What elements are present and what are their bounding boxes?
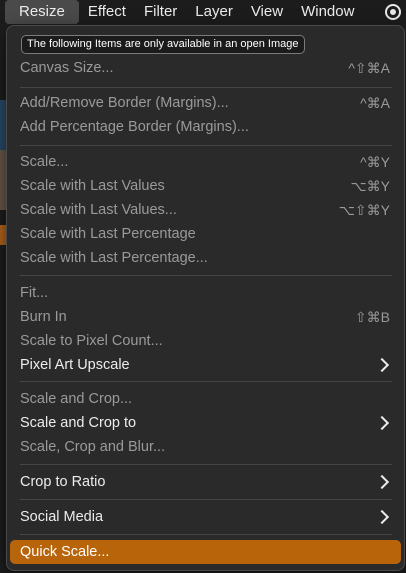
resize-dropdown-menu: The following Items are only available i… [6, 25, 405, 571]
menu-item-label: Crop to Ratio [20, 474, 106, 490]
menu-item-scale-last-values-dialog[interactable]: Scale with Last Values... ⌥⇧⌘Y [20, 199, 392, 221]
menu-item-label: Scale, Crop and Blur... [20, 439, 166, 455]
menu-item-label: Canvas Size... [20, 60, 114, 76]
menu-separator [20, 499, 392, 500]
menu-resize[interactable]: Resize [5, 0, 79, 24]
shortcut-label: ⇧⌘B [354, 309, 390, 325]
shortcut-label: ^⌘A [360, 95, 390, 111]
menu-item-canvas-size[interactable]: Canvas Size... ^⇧⌘A [20, 57, 392, 79]
menu-item-scale-crop-blur[interactable]: Scale, Crop and Blur... [20, 436, 392, 458]
menu-item-label: Fit... [20, 285, 49, 301]
shortcut-label: ⌥⌘Y [350, 178, 390, 194]
menu-item-label: Scale and Crop to [20, 415, 137, 431]
chevron-right-icon [374, 474, 390, 490]
menu-item-scale-and-crop-to[interactable]: Scale and Crop to [20, 412, 392, 434]
menu-separator [20, 275, 392, 276]
menu-item-label: Scale with Last Percentage... [20, 250, 208, 266]
menu-item-label: Burn In [20, 309, 67, 325]
menu-item-label: Scale... [20, 154, 69, 170]
menu-item-label: Scale to Pixel Count... [20, 333, 163, 349]
menu-item-scale-last-values[interactable]: Scale with Last Values ⌥⌘Y [20, 175, 392, 197]
menu-item-add-remove-border[interactable]: Add/Remove Border (Margins)... ^⌘A [20, 92, 392, 114]
menu-layer[interactable]: Layer [186, 0, 242, 24]
menu-item-label: Scale and Crop... [20, 391, 133, 407]
chevron-right-icon [374, 415, 390, 431]
menu-filter[interactable]: Filter [135, 0, 186, 24]
shortcut-label: ⌥⇧⌘Y [338, 202, 390, 218]
menu-item-pixel-art-upscale[interactable]: Pixel Art Upscale [20, 354, 392, 376]
availability-notice: The following Items are only available i… [21, 35, 305, 54]
menu-item-label: Social Media [20, 509, 104, 525]
menu-separator [20, 381, 392, 382]
menu-bar: Resize Effect Filter Layer View Window [0, 0, 406, 24]
menu-item-label: Scale with Last Values... [20, 202, 177, 218]
menu-item-scale-and-crop[interactable]: Scale and Crop... [20, 388, 392, 410]
menu-effect[interactable]: Effect [79, 0, 135, 24]
menu-item-label: Scale with Last Values [20, 178, 165, 194]
menu-item-social-media[interactable]: Social Media [20, 506, 392, 528]
shortcut-label: ^⇧⌘A [348, 60, 390, 76]
menu-separator [20, 534, 392, 535]
menu-item-scale-pixel-count[interactable]: Scale to Pixel Count... [20, 330, 392, 352]
menu-item-label: Scale with Last Percentage [20, 226, 196, 242]
menu-item-scale-last-percentage[interactable]: Scale with Last Percentage [20, 223, 392, 245]
menu-item-scale-last-percentage-dialog[interactable]: Scale with Last Percentage... [20, 247, 392, 269]
menu-item-label: Add/Remove Border (Margins)... [20, 95, 229, 111]
menu-item-fit[interactable]: Fit... [20, 282, 392, 304]
menu-item-label: Quick Scale... [20, 544, 110, 560]
menu-separator [20, 464, 392, 465]
menu-item-label: Add Percentage Border (Margins)... [20, 119, 249, 135]
shortcut-label: ^⌘Y [360, 154, 390, 170]
menu-item-scale[interactable]: Scale... ^⌘Y [20, 151, 392, 173]
menu-view[interactable]: View [242, 0, 292, 24]
menu-separator [20, 87, 392, 88]
chevron-right-icon [374, 509, 390, 525]
menu-item-crop-to-ratio[interactable]: Crop to Ratio [20, 471, 392, 493]
menu-item-burn-in[interactable]: Burn In ⇧⌘B [20, 306, 392, 328]
menu-item-add-percentage-border[interactable]: Add Percentage Border (Margins)... [20, 116, 392, 138]
menu-window[interactable]: Window [292, 0, 363, 24]
menu-separator [20, 145, 392, 146]
chevron-right-icon [374, 357, 390, 373]
menu-item-label: Pixel Art Upscale [20, 357, 130, 373]
record-circle-icon[interactable] [385, 4, 401, 20]
menu-item-quick-scale[interactable]: Quick Scale... [10, 540, 401, 564]
